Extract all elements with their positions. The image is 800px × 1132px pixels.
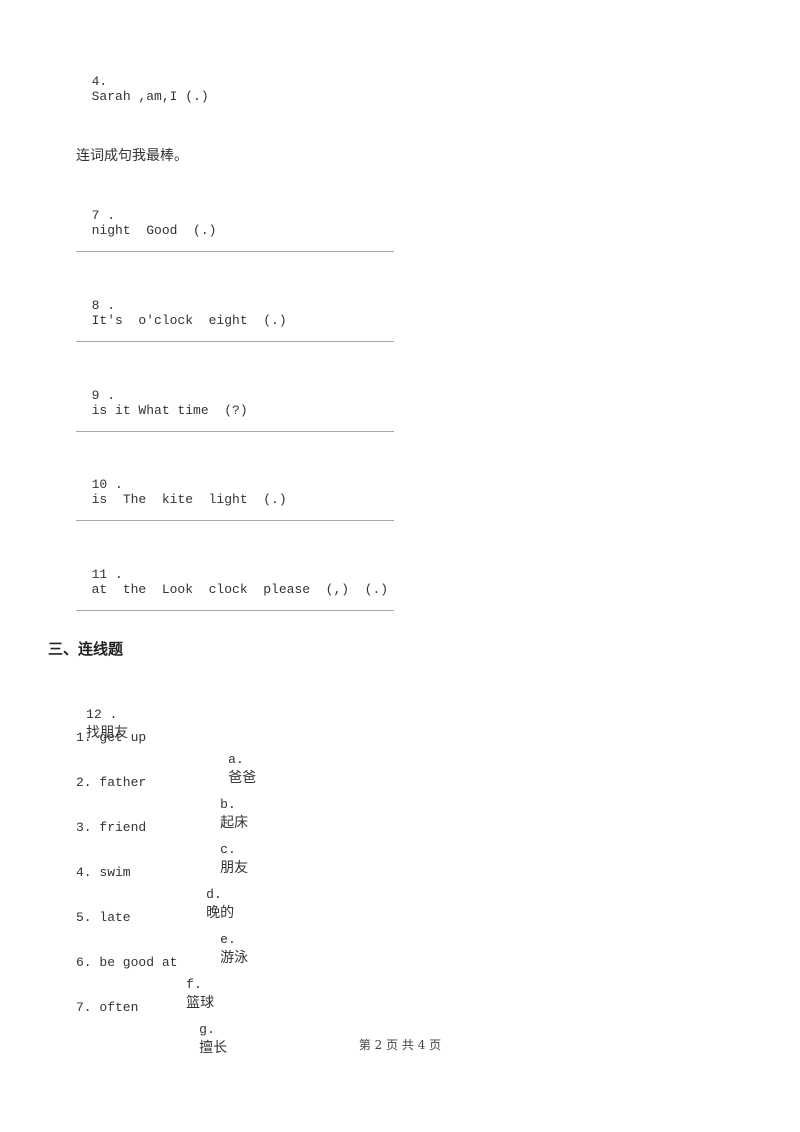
question-number: 9 . — [91, 388, 116, 403]
question-text: is The kite light (.) — [91, 492, 287, 507]
answer-line-10[interactable] — [76, 520, 394, 521]
question-number: 12 . — [86, 707, 118, 722]
option-text: 游泳 — [220, 950, 249, 966]
question-number: 4. — [91, 74, 108, 89]
answer-line-9[interactable] — [76, 431, 394, 432]
option-letter: f. — [186, 977, 202, 992]
question-text: Sarah ,am,I (.) — [91, 89, 209, 104]
question-number: 8 . — [91, 298, 116, 313]
question-4: 4. Sarah ,am,I (.) — [76, 59, 209, 104]
option-letter: g. — [199, 1022, 215, 1037]
match-left-3[interactable]: 3. friend — [76, 820, 146, 835]
question-9: 9 . is it What time (?) — [76, 373, 248, 418]
option-letter: c. — [220, 842, 236, 857]
answer-line-11[interactable] — [76, 610, 394, 611]
question-text: at the Look clock please (,) (.) — [91, 582, 389, 597]
page-number: 第 2 页 共 4 页 — [358, 1038, 442, 1052]
match-left-1[interactable]: 1. get up — [76, 730, 146, 745]
match-left-6[interactable]: 6. be good at — [76, 955, 177, 970]
section-heading: 三、连线题 — [48, 640, 124, 658]
option-letter: b. — [220, 797, 236, 812]
section-instruction: 连词成句我最棒。 — [76, 148, 188, 164]
match-right-e[interactable]: e. 游泳 — [210, 909, 248, 967]
question-11: 11 . at the Look clock please (,) (.) — [76, 552, 388, 597]
question-number: 7 . — [91, 208, 116, 223]
answer-line-8[interactable] — [76, 341, 394, 342]
question-7: 7 . night Good (.) — [76, 193, 217, 238]
question-text: is it What time (?) — [91, 403, 248, 418]
option-letter: e. — [220, 932, 236, 947]
option-letter: d. — [206, 887, 222, 902]
question-text: night Good (.) — [91, 223, 217, 238]
question-8: 8 . It's o'clock eight (.) — [76, 283, 287, 328]
match-left-2[interactable]: 2. father — [76, 775, 146, 790]
question-text: It's o'clock eight (.) — [91, 313, 287, 328]
answer-line-7[interactable] — [76, 251, 394, 252]
match-left-4[interactable]: 4. swim — [76, 865, 131, 880]
question-number: 11 . — [91, 567, 123, 582]
question-number: 10 . — [91, 477, 123, 492]
match-left-7[interactable]: 7. often — [76, 1000, 138, 1015]
match-left-5[interactable]: 5. late — [76, 910, 131, 925]
option-letter: a. — [228, 752, 244, 767]
question-10: 10 . is The kite light (.) — [76, 462, 287, 507]
